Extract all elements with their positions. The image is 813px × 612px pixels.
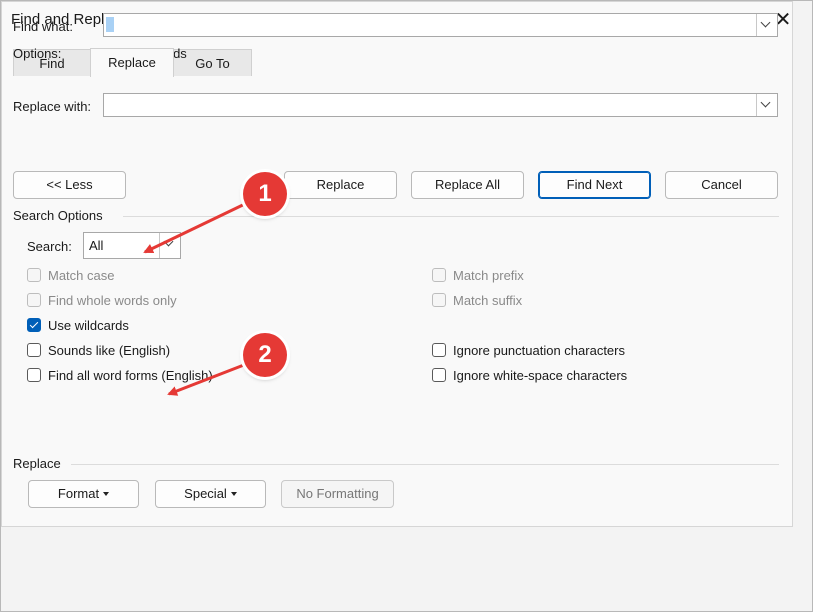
annotation-arrow-2 [167,361,250,396]
annotation-badge-2: 2 [243,333,287,377]
annotation-arrows [143,200,250,396]
annotation-arrow-1 [143,200,250,254]
find-replace-dialog: Find and Replace ? ✕ Find Go To Find wha… [0,0,813,612]
annotation-badge-1: 1 [243,172,287,216]
